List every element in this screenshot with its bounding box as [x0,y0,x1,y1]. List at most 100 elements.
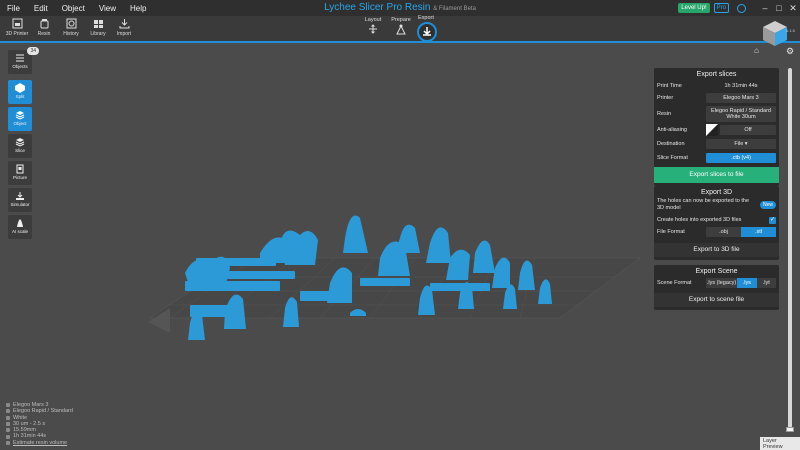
export-slices-button[interactable]: Export slices to file [654,167,779,183]
layer-icon [6,422,10,427]
history-icon [66,18,76,29]
step-export[interactable]: Export [418,15,434,21]
simulator-icon [16,192,24,200]
printer-label: Printer [657,95,674,101]
export-slices-title: Export slices [696,71,737,78]
export-step-active[interactable] [417,22,437,42]
gear-icon[interactable]: ⚙ [786,46,794,57]
main-toolbar: 3D Printer Resin History Library Import … [0,15,800,41]
anti-aliasing-label: Anti-aliasing [657,127,687,133]
format-lyt-option[interactable]: .lyt [756,278,776,288]
destination-select[interactable]: File ▾ [706,139,776,149]
picture-button[interactable]: Picture [8,161,32,185]
ai-scale-button[interactable]: AI scale [8,215,32,239]
scene-format-label: Scene Format [657,280,692,286]
layer-slider-track[interactable] [788,68,792,428]
menu-edit[interactable]: Edit [27,4,55,13]
picture-label: Picture [12,175,27,180]
menu-help[interactable]: Help [123,4,153,13]
layer-preview-button[interactable]: Layer Preview [760,437,800,450]
print-info: Elegoo Mars 3 Elegoo Rapid / Standard Wh… [6,402,73,446]
anti-aliasing-select[interactable]: Off [706,124,776,136]
file-format-toggle: .obj .stl [706,227,776,237]
slice-format-row: Slice Format .ctb (v4) [654,152,779,164]
version-label: 6.1.5 [786,28,795,33]
holes-note: The holes can now be exported to the 3D … [657,198,750,211]
print-time-label: Print Time [657,83,682,89]
print-time-value: 1h 31min 44s [724,83,758,89]
slice-format-label: Slice Format [657,155,688,161]
import-icon [119,19,129,29]
objects-count-badge: 34 [27,47,39,55]
printer-value[interactable]: Elegoo Mars 3 [706,93,776,103]
format-lys-option[interactable]: .lys [737,278,757,288]
format-stl-option[interactable]: .stl [741,227,776,237]
step-layout[interactable]: Layout [362,17,384,37]
simulator-button[interactable]: Simulator [8,188,32,212]
left-tool-panel: Objects 34 Split Object Slice Picture Si… [8,47,39,242]
estimate-resin-link[interactable]: Estimate resin volume [13,440,67,446]
layers-icon [15,111,25,120]
objects-label: Objects [12,64,28,69]
close-icon[interactable]: ✕ [786,3,800,14]
objects-button[interactable]: Objects 34 [8,47,39,74]
resin-label: Resin [657,111,672,117]
format-obj-option[interactable]: .obj [706,227,741,237]
export-icon [423,27,431,36]
view-cube-icon[interactable] [760,18,790,48]
height-icon [6,428,10,433]
info-estimate: Estimate resin volume [6,440,73,446]
export-3d-panel: Export 3D The holes can now be exported … [654,186,779,260]
anti-aliasing-row: Anti-aliasing Off [654,124,779,136]
file-format-row: File Format .obj .stl [654,226,779,238]
export-slices-panel: Export slices Print Time 1h 31min 44s Pr… [654,68,779,186]
resin-icon [6,409,10,414]
file-format-label: File Format [657,229,685,235]
print-time-row: Print Time 1h 31min 44s [654,80,779,92]
export-scene-panel: Export Scene Scene Format .lys (legacy) … [654,265,779,310]
split-button[interactable]: Split [8,80,32,104]
destination-row: Destination File ▾ [654,138,779,150]
color-icon [6,415,10,420]
destination-label: Destination [657,141,685,147]
resin-bottle-icon [40,19,48,29]
maximize-icon[interactable]: □ [772,3,786,13]
export-scene-button[interactable]: Export to scene file [654,293,779,307]
menu-object[interactable]: Object [55,4,92,13]
tool-label: Import [116,31,132,37]
user-icon[interactable] [737,3,746,13]
menu-file[interactable]: File [0,4,27,13]
slice-format-select[interactable]: .ctb (v4) [706,153,776,163]
home-icon[interactable]: ⌂ [754,46,759,55]
clock-icon [6,434,10,439]
slice-button[interactable]: Slice [8,134,32,158]
supports-icon [396,24,406,35]
create-holes-checkbox[interactable]: ✓ [769,216,776,224]
object-label: Object [13,121,27,126]
pro-badge[interactable]: Pro [713,3,729,13]
simulator-label: Simulator [10,202,30,207]
move-icon [369,24,377,34]
tool-import[interactable]: Import [107,18,141,37]
holes-note-row: The holes can now be exported to the 3D … [654,198,779,212]
printer-row: Printer Elegoo Mars 3 [654,92,779,104]
export-3d-title: Export 3D [700,189,733,196]
resin-value[interactable]: Elegoo Rapid / Standard White 30um [706,106,776,122]
step-prepare[interactable]: Prepare [390,17,412,37]
level-up-button[interactable]: Level Up! [678,3,710,13]
step-export-label: Export [418,15,434,21]
scene-format-toggle: .lys (legacy) .lys .lyt [706,278,776,288]
list-icon [16,54,24,62]
ai-scale-icon [17,219,23,227]
layer-slider-handle[interactable] [786,427,794,432]
object-button[interactable]: Object [8,107,32,131]
format-lys-legacy-option[interactable]: .lys (legacy) [706,278,738,288]
anti-aliasing-preview-icon [706,124,718,136]
minimize-icon[interactable]: – [758,3,772,13]
split-icon [15,83,25,93]
ai-scale-label: AI scale [11,229,28,234]
menu-view[interactable]: View [92,4,123,13]
printer-icon [6,403,10,408]
anti-aliasing-value: Off [720,125,776,135]
export-3d-button[interactable]: Export to 3D file [654,243,779,257]
